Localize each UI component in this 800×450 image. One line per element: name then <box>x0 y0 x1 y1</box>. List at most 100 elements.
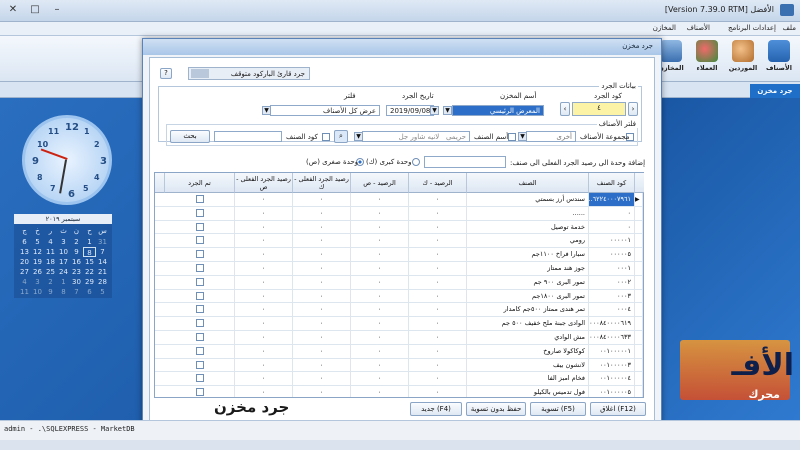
cell-ab[interactable]: ٠ <box>293 234 351 248</box>
cell-as[interactable]: ٠ <box>235 358 293 372</box>
done-checkbox[interactable] <box>195 291 204 300</box>
table-row[interactable]: ٠ ٠ ٠ ٠ كوكاكولا صاروخ ٠٠١٠٠٠٠٠١ <box>155 344 643 359</box>
done-checkbox[interactable] <box>195 250 204 259</box>
done-checkbox-cell[interactable] <box>165 248 235 262</box>
cell-ab[interactable]: ٠ <box>293 372 351 386</box>
cell-as[interactable]: ٠ <box>235 372 293 386</box>
col-header-balance-big[interactable]: الرصيد - ك <box>409 173 467 193</box>
calendar-day[interactable]: 18 <box>44 257 57 267</box>
menu-item-settings[interactable]: إعدادات البرنامج <box>728 24 776 32</box>
item-code-checkbox[interactable] <box>322 133 330 141</box>
done-checkbox-cell[interactable] <box>165 275 235 289</box>
calendar-day[interactable]: 2 <box>44 277 57 287</box>
calendar-day[interactable]: 29 <box>83 277 96 287</box>
filter-dropdown-icon[interactable]: ▼ <box>262 106 271 115</box>
calendar-day[interactable]: 3 <box>57 237 70 247</box>
calendar-dropdown-icon[interactable]: ▼ <box>430 106 439 115</box>
table-row[interactable]: ٠ ٠ ٠ ٠ فخام امبز الفا ٠٠١٠٠٠٠٠٤ <box>155 372 643 387</box>
calendar-day[interactable]: 5 <box>96 287 109 297</box>
calendar-day[interactable]: 10 <box>31 287 44 297</box>
calendar-day[interactable]: 19 <box>31 257 44 267</box>
cell-as[interactable]: ٠ <box>235 331 293 344</box>
cell-ab[interactable]: ٠ <box>293 358 351 372</box>
settle-button[interactable]: تسوية (F5) <box>530 402 586 416</box>
cell-as[interactable]: ٠ <box>235 317 293 331</box>
done-checkbox-cell[interactable] <box>165 193 235 206</box>
item-code-field[interactable] <box>214 131 282 142</box>
calendar-day[interactable]: 7 <box>70 287 83 297</box>
inv-date-field[interactable]: 2019/09/08 <box>386 105 434 116</box>
cell-ab[interactable]: ٠ <box>293 289 351 303</box>
menu-item-stores[interactable]: المخازن <box>653 24 676 32</box>
maximize-icon[interactable]: □ <box>24 2 46 18</box>
add-unit-field[interactable] <box>424 156 506 168</box>
tab-stock-inventory[interactable]: جرد مخزن <box>750 84 800 98</box>
table-row[interactable]: ٠ ٠ ٠ ٠ خدمة توصيل ٠ <box>155 220 643 235</box>
search-button[interactable]: بحث <box>170 130 210 143</box>
table-row[interactable]: ٠ ٠ ٠ ٠ رومي ٠٠٠٠٠١ <box>155 234 643 249</box>
calendar-day[interactable]: 12 <box>31 247 44 257</box>
cell-ab[interactable]: ٠ <box>293 386 351 397</box>
filter-select[interactable]: عرض كل الأصناف <box>270 105 380 116</box>
done-checkbox-cell[interactable] <box>165 358 235 372</box>
ribbon-suppliers-button[interactable]: الموردين <box>726 40 760 80</box>
minimize-icon[interactable]: – <box>46 2 68 18</box>
col-header-done[interactable]: تم الجرد <box>165 173 235 193</box>
done-checkbox[interactable] <box>195 305 204 314</box>
done-checkbox-cell[interactable] <box>165 372 235 386</box>
cell-as[interactable]: ٠ <box>235 289 293 303</box>
calendar-day[interactable]: 28 <box>96 277 109 287</box>
calendar-day[interactable]: 24 <box>57 267 70 277</box>
calendar-day[interactable]: 22 <box>83 267 96 277</box>
menu-item-file[interactable]: ملف <box>783 24 796 32</box>
cell-ab[interactable]: ٠ <box>293 206 351 220</box>
table-row[interactable]: ٠ ٠ ٠ ٠ مش الوادي ٠٠٠٨٤٠٠٠٠٦٣٣ <box>155 331 643 345</box>
cell-ab[interactable]: ٠ <box>293 220 351 234</box>
calendar-day[interactable]: 8 <box>57 287 70 297</box>
cell-as[interactable]: ٠ <box>235 220 293 234</box>
chevron-down-icon[interactable]: ▼ <box>443 106 452 115</box>
calendar-day[interactable]: 13 <box>18 247 31 257</box>
table-row[interactable]: ٠ ٠ ٠ ٠ تمور البرى ٩٠٠ جم ٠٠٠٢ <box>155 275 643 290</box>
done-checkbox[interactable] <box>195 360 204 369</box>
group-dropdown-icon[interactable]: ▼ <box>518 132 527 141</box>
table-row[interactable]: ٠ ٠ ٠ ٠ فول تدميس بالكيلو ٠٠١٠٠٠٠٠٥ <box>155 386 643 397</box>
table-row[interactable]: ▶٠٠٠٠سندس أرز بسمتي٦٢٢٤٠٠٠٧٩٦١... <box>155 193 643 207</box>
done-checkbox[interactable] <box>195 374 204 383</box>
cell-as[interactable]: ٠ <box>235 344 293 358</box>
col-header-item-code[interactable]: كود الصنف <box>589 173 635 193</box>
item-name-checkbox[interactable] <box>508 133 516 141</box>
table-row[interactable]: ٠ ٠ ٠ ٠ تمور البرى ١٨٠٠جم ٠٠٠٣ <box>155 289 643 304</box>
calendar-day[interactable]: 30 <box>70 277 83 287</box>
close-icon[interactable]: ✕ <box>2 2 24 18</box>
ribbon-items-button[interactable]: الأصناف <box>762 40 796 80</box>
done-checkbox[interactable] <box>195 277 204 286</box>
done-checkbox[interactable] <box>195 388 204 397</box>
table-row[interactable]: ٠ ٠ ٠ ٠ جوز هند ممتاز ٠٠٠١ <box>155 262 643 276</box>
done-checkbox[interactable] <box>195 236 204 245</box>
cell-ab[interactable]: ٠ <box>293 344 351 358</box>
store-name-select[interactable]: المعرض الرئيسي <box>452 105 544 116</box>
cell-ab[interactable]: ٠ <box>293 193 351 206</box>
calendar-day[interactable]: 21 <box>96 267 109 277</box>
calendar-day[interactable]: 31 <box>96 237 109 247</box>
cell-as[interactable]: ٠ <box>235 206 293 220</box>
next-record-button[interactable]: › <box>628 102 638 116</box>
calendar-day[interactable]: 8 <box>83 247 96 257</box>
calendar-day[interactable]: 27 <box>18 267 31 277</box>
calendar-day[interactable]: 20 <box>18 257 31 267</box>
inv-code-field[interactable]: ٤ <box>572 102 626 116</box>
done-checkbox-cell[interactable] <box>165 303 235 317</box>
calendar-day[interactable]: 25 <box>44 267 57 277</box>
calendar-day[interactable]: 15 <box>83 257 96 267</box>
ribbon-customers-button[interactable]: العملاء <box>690 40 724 80</box>
calendar-day[interactable]: 11 <box>44 247 57 257</box>
table-row[interactable]: ٠ ٠ ٠ ٠...... ٠ <box>155 206 643 221</box>
calendar-day[interactable]: 10 <box>57 247 70 257</box>
calendar-day[interactable]: 16 <box>70 257 83 267</box>
cell-as[interactable]: ٠ <box>235 303 293 317</box>
cell-ab[interactable]: ٠ <box>293 262 351 275</box>
done-checkbox[interactable] <box>195 195 204 203</box>
new-button[interactable]: جديد (F4) <box>410 402 462 416</box>
cell-as[interactable]: ٠ <box>235 386 293 397</box>
